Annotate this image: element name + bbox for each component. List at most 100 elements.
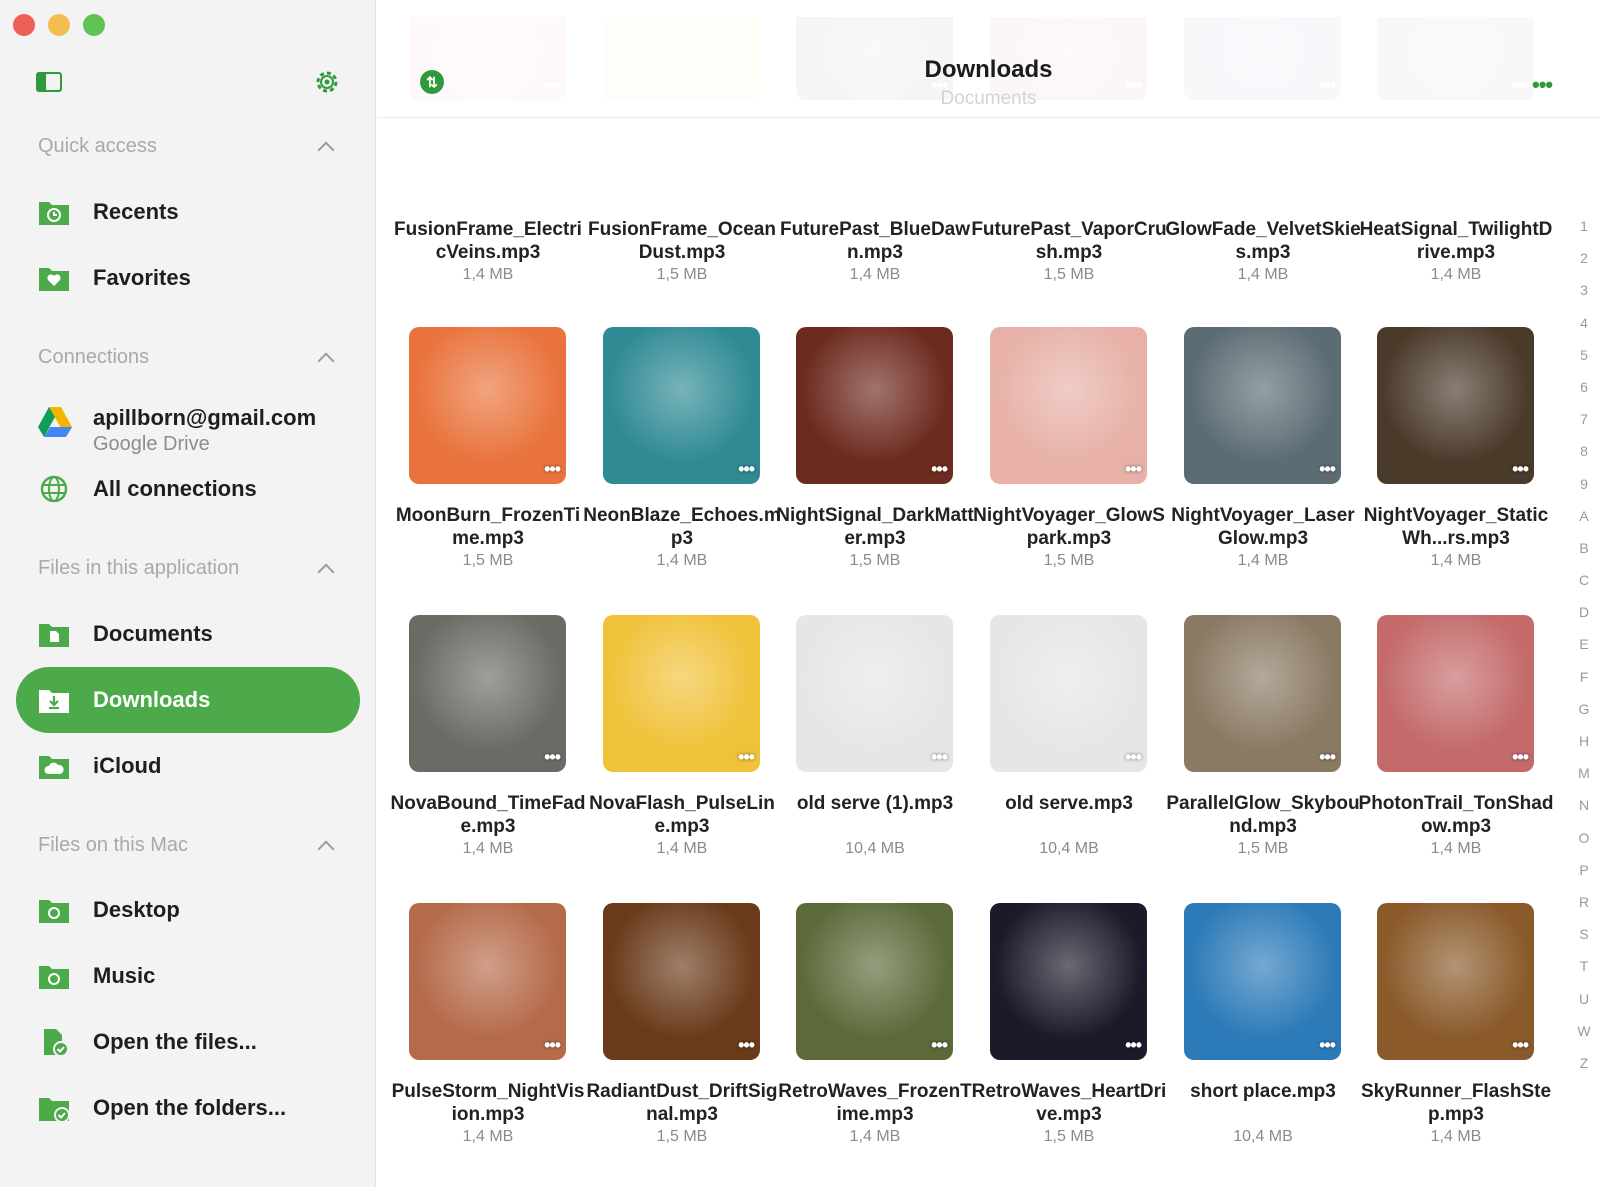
index-letter[interactable]: 3: [1572, 282, 1596, 314]
file-options-icon[interactable]: •••: [1512, 1035, 1529, 1056]
index-letter[interactable]: W: [1572, 1023, 1596, 1055]
index-letter[interactable]: N: [1572, 797, 1596, 829]
file-options-icon[interactable]: •••: [544, 459, 561, 480]
index-letter[interactable]: C: [1572, 572, 1596, 604]
sidebar-item-label: Documents: [93, 621, 213, 646]
file-options-icon[interactable]: •••: [1125, 1035, 1142, 1056]
close-window-button[interactable]: [13, 14, 35, 36]
astronaut-child-thumbnail[interactable]: •••: [796, 903, 953, 1060]
file-size: 1,5 MB: [656, 1128, 708, 1145]
bearded-man-thumbnail[interactable]: •••: [796, 327, 953, 484]
index-letter[interactable]: U: [1572, 991, 1596, 1023]
file-options-icon[interactable]: •••: [1319, 459, 1336, 480]
file-options-icon[interactable]: •••: [1512, 459, 1529, 480]
sidebar-item-open-files[interactable]: Open the files...: [16, 1009, 360, 1075]
file-name: old serve.mp3: [1005, 793, 1133, 814]
downloads-folder-icon: [39, 690, 69, 713]
sidebar-item-favorites[interactable]: Favorites: [16, 245, 360, 311]
file-options-icon[interactable]: •••: [931, 1035, 948, 1056]
file-size: 1,4 MB: [656, 552, 708, 569]
sidebar-toggle-icon[interactable]: [36, 72, 62, 92]
sidebar-item-open-folders[interactable]: Open the folders...: [16, 1075, 360, 1141]
index-letter[interactable]: 7: [1572, 411, 1596, 443]
cat-in-suit-thumbnail[interactable]: •••: [1184, 327, 1341, 484]
no-photo-sign-thumbnail[interactable]: •••: [1377, 903, 1534, 1060]
gear-icon[interactable]: [313, 68, 341, 96]
money-dice-thumbnail[interactable]: •••: [409, 615, 566, 772]
file-options-icon[interactable]: •••: [738, 459, 755, 480]
file-size: 1,4 MB: [1430, 266, 1482, 283]
sidebar-item-all-connections[interactable]: All connections: [16, 456, 360, 522]
index-letter[interactable]: S: [1572, 926, 1596, 958]
section-files-app: Files in this application: [38, 557, 240, 579]
file-size: 1,5 MB: [656, 266, 708, 283]
file-options-icon[interactable]: •••: [1319, 747, 1336, 768]
neon-swirls-thumbnail[interactable]: •••: [990, 903, 1147, 1060]
index-letter[interactable]: 5: [1572, 347, 1596, 379]
index-letter[interactable]: 9: [1572, 476, 1596, 508]
sidebar-item-downloads[interactable]: Downloads: [16, 667, 360, 733]
file-options-icon[interactable]: •••: [931, 747, 948, 768]
breadcrumb[interactable]: Documents: [377, 88, 1600, 110]
tv-head-thumbnail[interactable]: •••: [603, 327, 760, 484]
file-options-icon[interactable]: •••: [1125, 459, 1142, 480]
sidebar-item-icloud[interactable]: iCloud: [16, 733, 360, 799]
robot-thumbnail[interactable]: •••: [1377, 615, 1534, 772]
face-glitter-thumbnail[interactable]: •••: [409, 903, 566, 1060]
file-options-icon[interactable]: •••: [1125, 747, 1142, 768]
page-title: Downloads: [924, 56, 1053, 83]
section-files-mac: Files on this Mac: [38, 834, 189, 856]
woman-sketch-thumbnail[interactable]: •••: [796, 615, 953, 772]
chinchilla-thumbnail[interactable]: •••: [409, 327, 566, 484]
index-letter[interactable]: B: [1572, 540, 1596, 572]
sidebar-item-music[interactable]: Music: [16, 943, 360, 1009]
file-options-icon[interactable]: •••: [1512, 747, 1529, 768]
index-letter[interactable]: E: [1572, 636, 1596, 668]
index-letter[interactable]: D: [1572, 604, 1596, 636]
alphabet-index[interactable]: 123456789ABCDEFGHMNOPRSTUWZ: [1572, 218, 1596, 1087]
party-dog-thumbnail[interactable]: •••: [603, 615, 760, 772]
index-letter[interactable]: T: [1572, 958, 1596, 990]
index-letter[interactable]: 2: [1572, 250, 1596, 282]
index-letter[interactable]: H: [1572, 733, 1596, 765]
minimize-window-button[interactable]: [48, 14, 70, 36]
file-name: GlowFade_VelvetSkies.mp3: [1165, 219, 1361, 263]
zoom-window-button[interactable]: [83, 14, 105, 36]
woman-sketch-thumbnail[interactable]: •••: [990, 615, 1147, 772]
collapse-files-mac-icon[interactable]: [317, 840, 335, 858]
index-letter[interactable]: P: [1572, 862, 1596, 894]
account-email[interactable]: apillborn@gmail.com: [93, 405, 316, 431]
sidebar: Quick access Recents Favorites Connectio…: [0, 0, 376, 1187]
file-options-icon[interactable]: •••: [1319, 1035, 1336, 1056]
office-sign-thumbnail[interactable]: •••: [1184, 615, 1341, 772]
rabbit-head-thumbnail[interactable]: •••: [1377, 327, 1534, 484]
file-options-icon[interactable]: •••: [738, 747, 755, 768]
index-letter[interactable]: G: [1572, 701, 1596, 733]
file-size: 1,4 MB: [462, 266, 514, 283]
collapse-quick-access-icon[interactable]: [317, 141, 335, 159]
index-letter[interactable]: M: [1572, 765, 1596, 797]
file-options-icon[interactable]: •••: [544, 1035, 561, 1056]
file-options-icon[interactable]: •••: [931, 459, 948, 480]
index-letter[interactable]: 6: [1572, 379, 1596, 411]
file-options-icon[interactable]: •••: [738, 1035, 755, 1056]
index-letter[interactable]: 4: [1572, 315, 1596, 347]
pink-hair-thumbnail[interactable]: •••: [990, 327, 1147, 484]
file-options-icon[interactable]: •••: [544, 747, 561, 768]
index-letter[interactable]: O: [1572, 830, 1596, 862]
leaf-face-thumbnail[interactable]: •••: [603, 903, 760, 1060]
index-letter[interactable]: A: [1572, 508, 1596, 540]
sidebar-item-recents[interactable]: Recents: [16, 179, 360, 245]
color-crush-thumbnail[interactable]: •••: [1184, 903, 1341, 1060]
collapse-connections-icon[interactable]: [317, 352, 335, 370]
index-letter[interactable]: 8: [1572, 443, 1596, 475]
collapse-files-app-icon[interactable]: [317, 563, 335, 581]
index-letter[interactable]: Z: [1572, 1055, 1596, 1087]
index-letter[interactable]: R: [1572, 894, 1596, 926]
sidebar-item-desktop[interactable]: Desktop: [16, 877, 360, 943]
sidebar-item-documents[interactable]: Documents: [16, 601, 360, 667]
index-letter[interactable]: 1: [1572, 218, 1596, 250]
index-letter[interactable]: F: [1572, 669, 1596, 701]
file-name: short place.mp3: [1190, 1081, 1336, 1102]
more-options-icon[interactable]: •••: [1532, 72, 1553, 98]
